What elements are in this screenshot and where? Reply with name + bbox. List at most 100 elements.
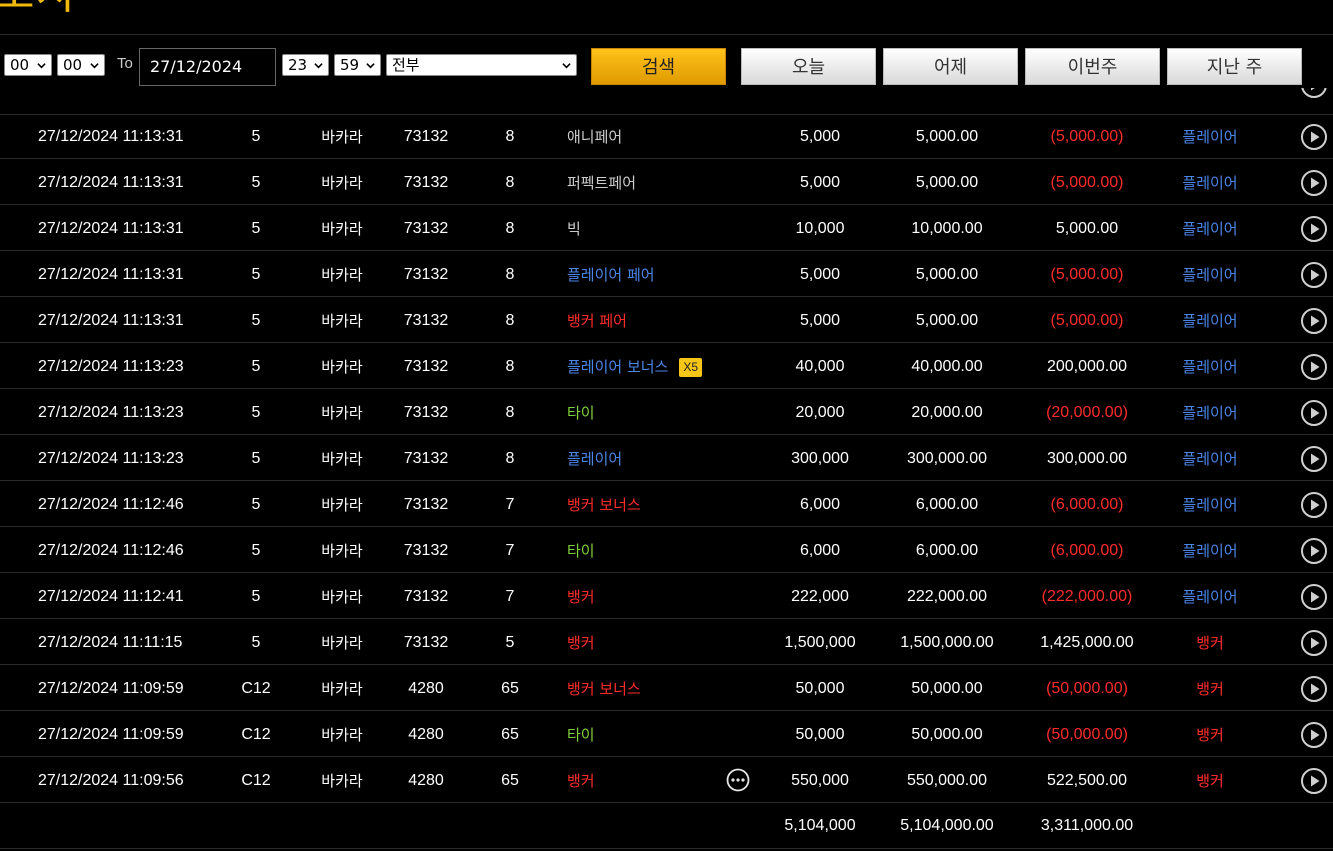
game-result: 뱅커	[1196, 634, 1224, 652]
table-id: 73132	[403, 220, 449, 237]
chevron-down-icon	[366, 63, 375, 69]
table-row: 27/12/2024 11:13:23 5 바카라 73132 8 플레이어 300,000…	[0, 436, 1333, 481]
valid-amount: 1,500,000.00	[900, 634, 994, 651]
win-loss: 300,000.00	[1046, 450, 1128, 467]
table-type: C12	[241, 726, 271, 743]
bet-time: 27/12/2024 11:13:23	[38, 404, 184, 421]
bet-time: 27/12/2024 11:13:31	[38, 312, 184, 329]
from-hour-select[interactable]: 00	[4, 54, 52, 76]
last-week-button[interactable]: 지난 주	[1167, 48, 1302, 85]
bet-amount: 5,000	[799, 174, 841, 191]
more-options-icon[interactable]	[726, 768, 750, 792]
round-number: 8	[505, 128, 515, 145]
total-winloss: 3,311,000.00	[1040, 817, 1134, 834]
yesterday-button[interactable]: 어제	[883, 48, 1018, 85]
round-number: 8	[505, 220, 515, 237]
game-name: 바카라	[321, 588, 363, 606]
play-circle-icon[interactable]	[1300, 353, 1328, 381]
play-circle-icon[interactable]	[1300, 261, 1328, 289]
to-date-input[interactable]: 27/12/2024	[139, 48, 276, 86]
play-circle-icon[interactable]	[1300, 445, 1328, 473]
bet-type-label: 뱅커	[567, 634, 595, 652]
bet-type-label: 퍼펙트페어	[567, 174, 637, 192]
table-type: 5	[251, 312, 261, 329]
game-name: 바카라	[321, 542, 363, 560]
search-button[interactable]: 검색	[591, 48, 726, 85]
this-week-button[interactable]: 이번주	[1025, 48, 1160, 85]
bet-type-label: 뱅커 보너스	[567, 680, 641, 698]
from-minute-select[interactable]: 00	[57, 54, 105, 76]
game-name: 바카라	[321, 726, 363, 744]
play-circle-icon[interactable]	[1300, 583, 1328, 611]
table-id: 73132	[403, 450, 449, 467]
table-id: 4280	[408, 726, 444, 743]
table-type: 5	[251, 220, 261, 237]
game-name: 바카라	[321, 220, 363, 238]
play-circle-icon[interactable]	[1300, 629, 1328, 657]
play-circle-icon[interactable]	[1300, 215, 1328, 243]
valid-amount: 5,000.00	[915, 266, 979, 283]
table-row: 27/12/2024 11:09:59 C12 바카라 4280 65 타이 50,000 5…	[0, 712, 1333, 757]
bet-amount: 300,000	[791, 450, 849, 467]
win-loss: (5,000.00)	[1050, 174, 1124, 191]
win-loss: 1,425,000.00	[1040, 634, 1134, 651]
chevron-down-icon	[37, 63, 46, 69]
play-circle-icon[interactable]	[1300, 767, 1328, 795]
to-hour-select[interactable]: 23	[282, 54, 329, 76]
play-circle-icon[interactable]	[1300, 88, 1328, 99]
chevron-down-icon	[314, 63, 323, 69]
play-circle-icon[interactable]	[1300, 491, 1328, 519]
category-select[interactable]: 전부	[386, 54, 577, 76]
game-result: 플레이어	[1182, 266, 1238, 284]
play-circle-icon[interactable]	[1300, 675, 1328, 703]
round-number: 7	[505, 542, 515, 559]
play-circle-icon[interactable]	[1300, 721, 1328, 749]
bet-time: 27/12/2024 11:13:23	[38, 450, 184, 467]
category-value: 전부	[392, 56, 420, 74]
game-result: 뱅커	[1196, 680, 1224, 698]
game-name: 바카라	[321, 128, 363, 146]
table-type: 5	[251, 404, 261, 421]
table-type: 5	[251, 266, 261, 283]
valid-amount: 10,000.00	[911, 220, 983, 237]
to-minute-select[interactable]: 59	[334, 54, 381, 76]
valid-amount: 50,000.00	[911, 680, 983, 697]
game-name: 바카라	[321, 174, 363, 192]
play-circle-icon[interactable]	[1300, 537, 1328, 565]
table-id: 73132	[403, 634, 449, 651]
bet-type: 타이	[567, 390, 737, 435]
bet-type-label: 빅	[567, 220, 581, 238]
win-loss: (20,000.00)	[1046, 404, 1128, 421]
bet-time: 27/12/2024 11:12:41	[38, 588, 184, 605]
table-type: 5	[251, 634, 261, 651]
play-circle-icon[interactable]	[1300, 169, 1328, 197]
bet-amount: 50,000	[795, 726, 845, 743]
game-name: 바카라	[321, 404, 363, 422]
filter-bar: 00 00 To 27/12/2024 23 59 전부 검색 오늘 어제 이번…	[0, 46, 1333, 88]
game-name: 바카라	[321, 266, 363, 284]
round-number: 8	[505, 404, 515, 421]
bet-type-label: 애니페어	[567, 128, 623, 146]
bet-amount: 1,500,000	[784, 634, 856, 651]
valid-amount: 5,000.00	[915, 312, 979, 329]
game-result: 뱅커	[1196, 726, 1224, 744]
total-amount: 5,104,000	[784, 817, 856, 834]
table-row: 27/12/2024 11:11:15 5 바카라 73132 5 뱅커 1,500,000…	[0, 620, 1333, 665]
bet-type: 뱅커 보너스	[567, 666, 737, 711]
win-loss: (6,000.00)	[1050, 542, 1124, 559]
win-loss: 200,000.00	[1046, 358, 1128, 375]
valid-amount: 20,000.00	[911, 404, 983, 421]
bet-type-label: 뱅커	[567, 588, 595, 606]
table-type: 5	[251, 174, 261, 191]
play-circle-icon[interactable]	[1300, 399, 1328, 427]
table-row: 27/12/2024 11:12:46 5 바카라 73132 7 타이 6,000 6,00…	[0, 528, 1333, 573]
chevron-down-icon	[562, 63, 571, 69]
play-circle-icon[interactable]	[1300, 307, 1328, 335]
today-button[interactable]: 오늘	[741, 48, 876, 85]
bet-type-label: 플레이어 보너스	[567, 358, 669, 376]
bet-amount: 10,000	[795, 220, 845, 237]
win-loss: (50,000.00)	[1046, 680, 1128, 697]
table-id: 73132	[403, 266, 449, 283]
play-circle-icon[interactable]	[1300, 123, 1328, 151]
table-type: C12	[241, 772, 271, 789]
